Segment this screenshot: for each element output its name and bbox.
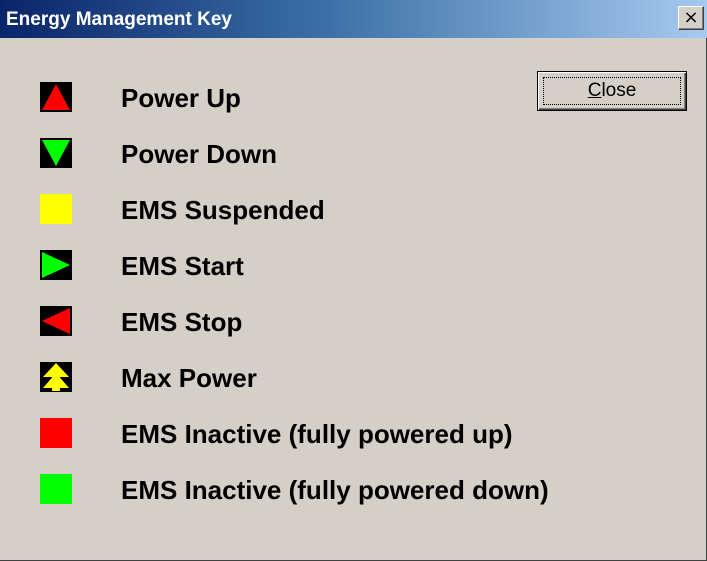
legend-item-ems-suspended: EMS Suspended bbox=[0, 194, 706, 250]
power-down-icon bbox=[40, 138, 72, 168]
legend-label: EMS Inactive (fully powered up) bbox=[121, 419, 513, 449]
max-power-icon bbox=[40, 362, 72, 392]
legend-item-power-up: Power Up bbox=[0, 82, 706, 138]
ems-stop-icon bbox=[40, 306, 72, 336]
power-up-icon bbox=[40, 82, 72, 112]
legend-item-ems-stop: EMS Stop bbox=[0, 306, 706, 362]
ems-start-icon bbox=[40, 250, 72, 280]
legend-item-ems-inactive-up: EMS Inactive (fully powered up) bbox=[0, 418, 706, 474]
legend-label: Max Power bbox=[121, 363, 257, 393]
legend-item-ems-inactive-down: EMS Inactive (fully powered down) bbox=[0, 474, 706, 530]
legend-label: Power Down bbox=[121, 139, 278, 169]
ems-inactive-up-icon bbox=[40, 418, 72, 448]
legend-label: EMS Start bbox=[121, 251, 244, 281]
energy-management-key-dialog: Energy Management Key × Close Power Up P… bbox=[0, 0, 707, 561]
legend-label: EMS Suspended bbox=[121, 195, 325, 225]
legend-label: EMS Stop bbox=[121, 307, 243, 337]
legend-panel: Close Power Up Power Down EMS Suspended … bbox=[0, 38, 706, 560]
legend-item-max-power: Max Power bbox=[0, 362, 706, 418]
close-icon[interactable]: × bbox=[678, 6, 704, 30]
legend-label: EMS Inactive (fully powered down) bbox=[121, 475, 549, 505]
legend-item-power-down: Power Down bbox=[0, 138, 706, 194]
legend-label: Power Up bbox=[121, 83, 241, 113]
window-title: Energy Management Key bbox=[6, 9, 232, 30]
legend-item-ems-start: EMS Start bbox=[0, 250, 706, 306]
ems-suspended-icon bbox=[40, 194, 72, 224]
ems-inactive-down-icon bbox=[40, 474, 72, 504]
title-bar: Energy Management Key × bbox=[0, 0, 707, 38]
